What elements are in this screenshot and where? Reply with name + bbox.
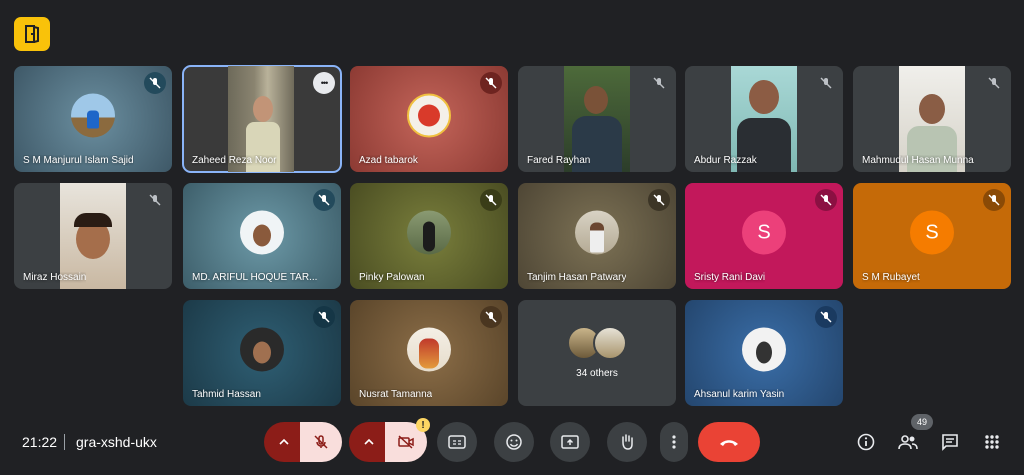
participant-name: Mahmudul Hasan Munna bbox=[862, 155, 974, 166]
participant-name: Tanjim Hasan Patwary bbox=[527, 272, 627, 283]
mic-off-icon bbox=[314, 435, 328, 449]
participant-name: Fared Rayhan bbox=[527, 155, 591, 166]
avatar bbox=[407, 210, 451, 255]
chevron-up-icon bbox=[279, 438, 289, 445]
avatar-initial: S bbox=[910, 210, 954, 255]
mic-off-icon bbox=[480, 72, 502, 94]
more-options-button[interactable] bbox=[660, 422, 688, 462]
present-icon bbox=[561, 435, 579, 449]
participant-name: Pinky Palowan bbox=[359, 272, 425, 283]
mic-off-icon bbox=[983, 189, 1005, 211]
participant-name: Tahmid Hassan bbox=[192, 389, 261, 400]
mic-off-icon bbox=[313, 306, 335, 328]
mic-off-icon bbox=[815, 306, 837, 328]
chat-button[interactable] bbox=[934, 428, 966, 456]
mic-off-icon bbox=[648, 72, 670, 94]
participant-name: Miraz Hossain bbox=[23, 272, 87, 283]
captions-button[interactable] bbox=[437, 422, 477, 462]
hand-icon bbox=[622, 434, 633, 450]
participant-tile[interactable]: S Sristy Rani Davi bbox=[685, 183, 843, 289]
mic-off-icon bbox=[144, 72, 166, 94]
avatar bbox=[742, 327, 786, 372]
others-tile[interactable]: 34 others bbox=[518, 300, 676, 406]
reactions-button[interactable] bbox=[494, 422, 534, 462]
info-icon bbox=[857, 433, 875, 451]
video-options-button[interactable] bbox=[349, 422, 389, 462]
participant-tile[interactable]: S M Manjurul Islam Sajid bbox=[14, 66, 172, 172]
participant-tile[interactable]: Abdur Razzak bbox=[685, 66, 843, 172]
participant-name: Abdur Razzak bbox=[694, 155, 757, 166]
participant-tile[interactable]: S S M Rubayet bbox=[853, 183, 1011, 289]
meeting-logo bbox=[14, 17, 50, 51]
participant-tile[interactable]: Mahmudul Hasan Munna bbox=[853, 66, 1011, 172]
activities-button[interactable] bbox=[976, 428, 1008, 456]
clock: 21:22 bbox=[22, 434, 58, 450]
raise-hand-button[interactable] bbox=[607, 422, 647, 462]
meeting-details-button[interactable] bbox=[850, 428, 882, 456]
camera-toggle-button[interactable]: ! bbox=[385, 418, 430, 462]
meet-window: S M Manjurul Islam Sajid ••• Zaheed Reza… bbox=[0, 0, 1024, 475]
mic-off-icon bbox=[815, 72, 837, 94]
mic-off-icon bbox=[313, 189, 335, 211]
apps-grid-icon bbox=[985, 435, 999, 449]
bottom-bar: 21:22 gra-xshd-ukx ! bbox=[0, 418, 1024, 468]
mic-off-icon bbox=[815, 189, 837, 211]
avatar bbox=[575, 210, 619, 255]
mic-off-icon bbox=[648, 189, 670, 211]
leave-call-button[interactable] bbox=[698, 422, 760, 462]
mic-off-icon bbox=[480, 189, 502, 211]
participant-tile[interactable]: Fared Rayhan bbox=[518, 66, 676, 172]
participant-name: Azad tabarok bbox=[359, 155, 418, 166]
participant-name: Zaheed Reza Noor bbox=[192, 155, 277, 166]
others-count: 34 others bbox=[576, 368, 618, 379]
avatar bbox=[240, 210, 284, 255]
avatar bbox=[407, 93, 451, 138]
participant-name: MD. ARIFUL HOQUE TAR... bbox=[192, 272, 318, 283]
captions-icon bbox=[448, 435, 466, 449]
door-icon bbox=[25, 25, 39, 43]
participant-tile[interactable]: Miraz Hossain bbox=[14, 183, 172, 289]
mic-off-icon bbox=[983, 72, 1005, 94]
participant-tile[interactable]: Azad tabarok bbox=[350, 66, 508, 172]
participant-tile[interactable]: Ahsanul karim Yasin bbox=[685, 300, 843, 406]
participant-name: S M Manjurul Islam Sajid bbox=[23, 155, 134, 166]
camera-off-icon bbox=[398, 435, 414, 449]
end-call-icon bbox=[720, 440, 738, 446]
participant-tile[interactable]: Tanjim Hasan Patwary bbox=[518, 183, 676, 289]
participant-tile[interactable]: MD. ARIFUL HOQUE TAR... bbox=[183, 183, 341, 289]
participant-tile[interactable]: Tahmid Hassan bbox=[183, 300, 341, 406]
avatar bbox=[593, 326, 627, 360]
participant-name: S M Rubayet bbox=[862, 272, 920, 283]
present-screen-button[interactable] bbox=[550, 422, 590, 462]
avatar bbox=[240, 327, 284, 372]
participant-name: Ahsanul karim Yasin bbox=[694, 389, 785, 400]
participant-tile[interactable]: Pinky Palowan bbox=[350, 183, 508, 289]
people-icon bbox=[898, 435, 918, 450]
meeting-code: gra-xshd-ukx bbox=[76, 434, 157, 450]
emoji-icon bbox=[506, 434, 522, 450]
avatar-initial: S bbox=[742, 210, 786, 255]
participant-tile[interactable]: ••• Zaheed Reza Noor bbox=[182, 65, 342, 173]
others-avatars bbox=[567, 326, 627, 360]
participant-name: Nusrat Tamanna bbox=[359, 389, 433, 400]
chat-icon bbox=[942, 434, 958, 451]
participant-tile[interactable]: Nusrat Tamanna bbox=[350, 300, 508, 406]
people-button[interactable] bbox=[892, 428, 924, 456]
mic-off-icon bbox=[480, 306, 502, 328]
warning-badge: ! bbox=[416, 418, 430, 432]
avatar bbox=[407, 327, 451, 372]
more-dots: ••• bbox=[320, 78, 329, 88]
participant-name: Sristy Rani Davi bbox=[694, 272, 766, 283]
avatar bbox=[71, 93, 115, 138]
audio-options-button[interactable] bbox=[264, 422, 304, 462]
divider bbox=[64, 434, 65, 450]
mic-toggle-button[interactable] bbox=[300, 422, 342, 462]
mic-off-icon bbox=[144, 189, 166, 211]
people-count-badge: 49 bbox=[911, 414, 933, 430]
chevron-up-icon bbox=[364, 438, 374, 445]
more-vert-icon bbox=[672, 435, 676, 449]
more-options-icon[interactable]: ••• bbox=[313, 72, 335, 94]
